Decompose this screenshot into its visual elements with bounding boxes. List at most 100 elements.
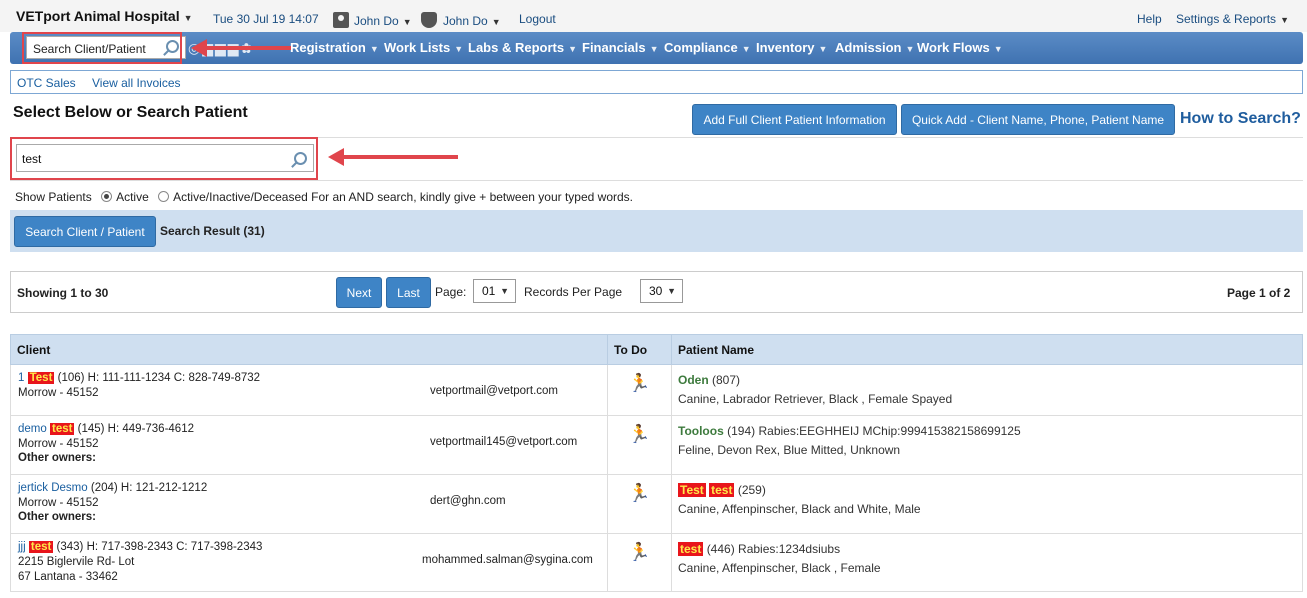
otc-sales-link[interactable]: OTC Sales (17, 76, 76, 90)
runner-icon[interactable]: 🏃 (628, 424, 650, 445)
radio-all-label: Active/Inactive/Deceased For an AND sear… (173, 190, 633, 204)
hospital-selector[interactable]: VETport Animal Hospital ▼ (16, 8, 193, 24)
user-menu[interactable]: John Do ▼ (333, 12, 412, 28)
doctor-menu[interactable]: John Do ▼ (421, 12, 501, 28)
chevron-down-icon: ▼ (454, 44, 464, 54)
patient-id: (194) Rabies:EEGHHEIJ MChip:999415382158… (727, 424, 1021, 438)
table-row[interactable]: jjj test (343) H: 717-398-2343 C: 717-39… (10, 533, 1303, 592)
nav-financials[interactable]: Financials ▼ (582, 40, 659, 55)
shield-icon (421, 12, 437, 28)
col-todo: To Do (607, 334, 672, 365)
chevron-down-icon: ▼ (491, 17, 501, 27)
client-name[interactable]: demo (18, 423, 47, 435)
table-row[interactable]: 1 Test (106) H: 111-111-1234 C: 828-749-… (10, 364, 1303, 416)
todo-cell[interactable]: 🏃 (607, 415, 672, 475)
chevron-down-icon: ▼ (649, 44, 659, 54)
chevron-down-icon: ▼ (905, 44, 915, 54)
todo-cell[interactable]: 🏃 (607, 364, 672, 416)
quick-add-button[interactable]: Quick Add - Client Name, Phone, Patient … (901, 104, 1175, 135)
patient-cell[interactable]: Test test (259) Canine, Affenpinscher, B… (671, 474, 1303, 534)
patient-description: Feline, Devon Rex, Blue Mitted, Unknown (678, 443, 901, 457)
client-address: Morrow - 45152 (18, 497, 99, 509)
patient-cell[interactable]: test (446) Rabies:1234dsiubs Canine, Aff… (671, 533, 1303, 592)
patient-cell[interactable]: Tooloos (194) Rabies:EEGHHEIJ MChip:9994… (671, 415, 1303, 475)
client-cell[interactable]: demo test (145) H: 449-736-4612 Morrow -… (10, 415, 608, 475)
user-name: John Do (354, 14, 399, 28)
add-full-client-button[interactable]: Add Full Client Patient Information (692, 104, 897, 135)
patient-description: Canine, Affenpinscher, Black and White, … (678, 502, 921, 516)
patient-description: Canine, Affenpinscher, Black , Female (678, 561, 881, 575)
next-page-button[interactable]: Next (336, 277, 382, 308)
page-title: Select Below or Search Patient (13, 104, 248, 121)
sub-nav: OTC Sales View all Invoices (10, 70, 1303, 94)
nav-inventory[interactable]: Inventory ▼ (756, 40, 827, 55)
client-phones: (204) H: 121-212-1212 (90, 482, 208, 494)
logout-link[interactable]: Logout (519, 12, 556, 26)
search-highlight: Test (27, 372, 55, 384)
nav-registration[interactable]: Registration ▼ (290, 40, 379, 55)
page-label: Page: (435, 285, 467, 299)
client-email: mohammed.salman@sygina.com (422, 554, 593, 566)
nav-labs-reports[interactable]: Labs & Reports ▼ (468, 40, 577, 55)
chevron-down-icon: ▼ (369, 44, 379, 54)
table-row[interactable]: jertick Desmo (204) H: 121-212-1212 Morr… (10, 474, 1303, 534)
doctor-name: John Do (443, 14, 488, 28)
last-page-button[interactable]: Last (386, 277, 431, 308)
records-per-page-select[interactable]: 30 ▼ (640, 279, 683, 303)
show-patients-filter: Show Patients Active Active/Inactive/Dec… (15, 190, 633, 204)
nav-compliance[interactable]: Compliance ▼ (664, 40, 751, 55)
chevron-down-icon: ▼ (1280, 15, 1289, 25)
radio-active-label: Active (116, 190, 149, 204)
chevron-down-icon: ▼ (568, 44, 577, 54)
runner-icon[interactable]: 🏃 (628, 542, 650, 563)
how-to-search-link[interactable]: How to Search? (1180, 110, 1301, 128)
table-row[interactable]: demo test (145) H: 449-736-4612 Morrow -… (10, 415, 1303, 475)
nav-work-flows[interactable]: Work Flows ▼ (917, 40, 1003, 55)
client-email: dert@ghn.com (430, 495, 506, 507)
chevron-down-icon: ▼ (500, 286, 509, 296)
chevron-down-icon: ▼ (741, 44, 751, 54)
patient-id: (446) Rabies:1234dsiubs (706, 542, 841, 556)
nav-admission[interactable]: Admission ▼ (835, 40, 914, 55)
page-select[interactable]: 01 ▼ (473, 279, 516, 303)
todo-cell[interactable]: 🏃 (607, 533, 672, 592)
client-phones: (343) H: 717-398-2343 C: 717-398-2343 (56, 541, 263, 553)
search-highlight: test (49, 423, 75, 435)
radio-all[interactable] (158, 191, 170, 202)
search-client-patient-button[interactable]: Search Client / Patient (14, 216, 156, 247)
chevron-down-icon: ▼ (993, 44, 1003, 54)
client-name[interactable]: jertick Desmo (18, 482, 88, 494)
nav-work-lists[interactable]: Work Lists ▼ (384, 40, 463, 55)
patient-name-highlight[interactable]: test (709, 483, 735, 497)
col-patient: Patient Name (671, 334, 1303, 365)
annotation-arrow (191, 39, 291, 57)
client-cell[interactable]: 1 Test (106) H: 111-111-1234 C: 828-749-… (10, 364, 608, 416)
chevron-down-icon: ▼ (667, 286, 676, 296)
chevron-down-icon: ▼ (402, 17, 412, 27)
view-invoices-link[interactable]: View all Invoices (92, 76, 181, 90)
runner-icon[interactable]: 🏃 (628, 373, 650, 394)
client-cell[interactable]: jjj test (343) H: 717-398-2343 C: 717-39… (10, 533, 608, 592)
help-link[interactable]: Help (1137, 12, 1162, 26)
user-icon (333, 12, 349, 28)
patient-name[interactable]: Oden (678, 373, 709, 387)
patient-id: (259) (737, 483, 766, 497)
todo-cell[interactable]: 🏃 (607, 474, 672, 534)
divider (10, 180, 1303, 181)
client-name[interactable]: 1 (18, 372, 24, 384)
annotation-arrow (328, 148, 458, 166)
patient-name-highlight[interactable]: test (678, 542, 704, 556)
client-name[interactable]: jjj (18, 541, 26, 553)
runner-icon[interactable]: 🏃 (628, 483, 650, 504)
patient-name-highlight[interactable]: Test (678, 483, 706, 497)
annotation-box (10, 137, 318, 180)
radio-active[interactable] (101, 191, 113, 202)
patient-description: Canine, Labrador Retriever, Black , Fema… (678, 392, 953, 406)
client-cell[interactable]: jertick Desmo (204) H: 121-212-1212 Morr… (10, 474, 608, 534)
patient-name[interactable]: Tooloos (678, 424, 724, 438)
showing-range: Showing 1 to 30 (17, 286, 109, 300)
other-owners-label: Other owners: (18, 452, 96, 464)
settings-menu[interactable]: Settings & Reports ▼ (1176, 12, 1289, 26)
search-highlight: test (28, 541, 54, 553)
patient-cell[interactable]: Oden (807) Canine, Labrador Retriever, B… (671, 364, 1303, 416)
